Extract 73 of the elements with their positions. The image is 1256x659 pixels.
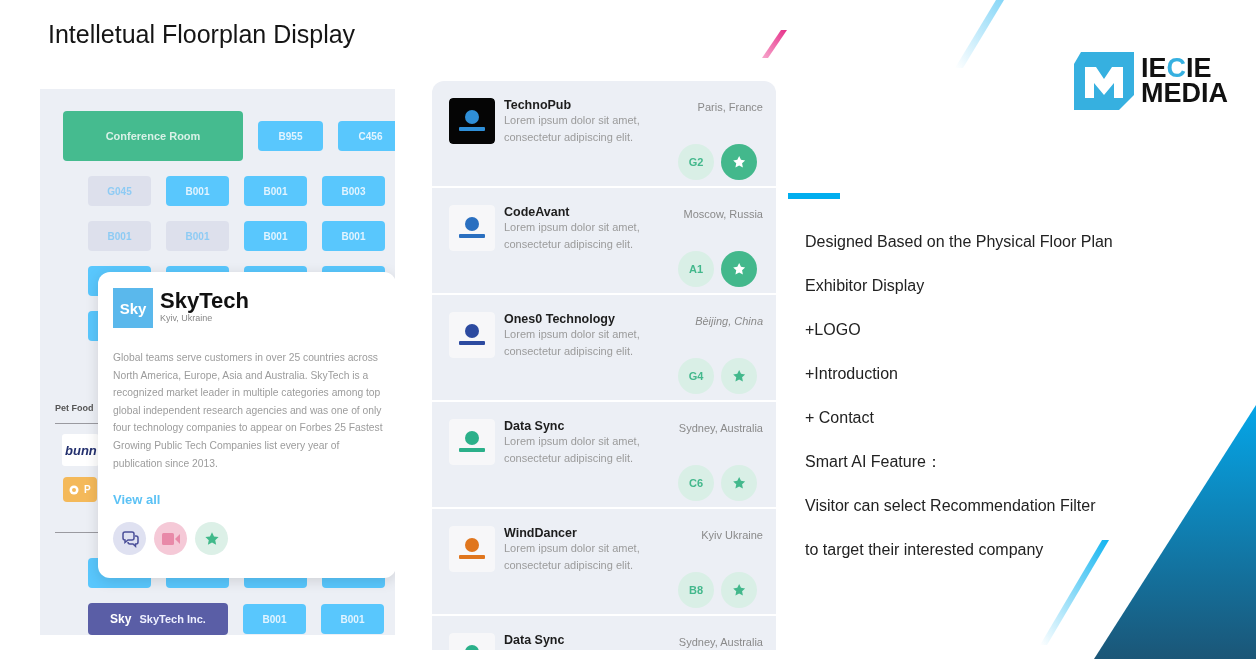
booth[interactable]: B955 xyxy=(258,121,323,151)
company-name: CodeAvant xyxy=(504,205,571,219)
category-title: Pet Food xyxy=(55,403,94,413)
video-camera-icon xyxy=(161,532,180,545)
booth[interactable]: B001 xyxy=(244,176,307,206)
chat-button[interactable] xyxy=(113,522,146,556)
company-name: WindDancer xyxy=(504,526,578,540)
company-name: Data Sync xyxy=(504,419,566,433)
company-name: TechnoPub xyxy=(504,98,573,112)
favorite-button[interactable] xyxy=(721,358,757,394)
stripe-decoration xyxy=(762,30,787,58)
feature-line: Smart AI Feature： xyxy=(805,452,943,472)
company-description: Lorem ipsum dolor sit amet, consectetur adipiscing elit. xyxy=(504,327,641,359)
company-description: Lorem ipsum dolor sit amet, consectetur adipiscing elit. xyxy=(504,434,641,466)
feature-line: Exhibitor Display xyxy=(805,276,926,296)
company-location: Bèijing, China xyxy=(695,315,763,329)
company-name: Ones0 Technology xyxy=(504,312,616,326)
company-location: Sydney, Australia xyxy=(678,422,763,436)
booth-badge: B8 xyxy=(678,572,714,608)
company-description: Global teams serve customers in over 25 countries across North America, Europe, Asia and Australia. SkyTech is a recognized market leader in multiple categories among top global independent research agencies and was one of only four technology companies to appear on Forbes 25 Fastest Growing Public Tech Companies list every year of publication since 2013. xyxy=(113,351,383,471)
company-location: Paris, France xyxy=(697,101,763,115)
exhibitor-booth[interactable]: Sky SkyTech Inc. xyxy=(88,603,228,635)
booth-badge: C6 xyxy=(678,465,714,501)
booth-badge: A1 xyxy=(678,251,714,287)
star-icon xyxy=(731,261,747,277)
favorite-button[interactable] xyxy=(195,522,228,556)
favorite-button[interactable] xyxy=(721,572,757,608)
star-icon xyxy=(731,582,747,598)
favorite-button[interactable] xyxy=(721,465,757,501)
booth[interactable]: B003 xyxy=(322,176,385,206)
favorite-button[interactable] xyxy=(721,251,757,287)
slide-title: Intelletual Floorplan Display xyxy=(48,20,356,49)
company-location: Kyiv, Ukraine xyxy=(160,313,214,323)
favorite-button[interactable] xyxy=(721,144,757,180)
logo-icon xyxy=(1074,52,1135,110)
booth[interactable]: B001 xyxy=(88,221,151,251)
chat-icon xyxy=(120,529,139,548)
category-button[interactable]: P xyxy=(63,477,97,502)
booth[interactable]: B001 xyxy=(166,176,229,206)
view-all-link[interactable]: View all xyxy=(113,492,161,508)
company-name: Data Sync xyxy=(504,633,566,647)
company-description: Lorem ipsum dolor sit amet, consectetur adipiscing elit. xyxy=(504,541,641,573)
company-location: Sydney, Australia xyxy=(678,636,763,650)
accent-bar xyxy=(788,193,840,199)
booth[interactable]: C456 xyxy=(338,121,395,151)
logo-text: IECIE MEDIA xyxy=(1141,56,1228,106)
company-location: Kyiv Ukraine xyxy=(701,529,763,543)
feature-line: + Contact xyxy=(805,408,875,428)
booth[interactable]: B001 xyxy=(244,221,307,251)
feature-line: Designed Based on the Physical Floor Plan xyxy=(805,232,1113,252)
booth[interactable]: B001 xyxy=(322,221,385,251)
star-icon xyxy=(731,475,747,491)
company-name: SkyTech xyxy=(160,288,249,313)
company-description: Lorem ipsum dolor sit amet, consectetur adipiscing elit. xyxy=(504,220,641,252)
company-location: Moscow, Russia xyxy=(683,208,763,222)
booth[interactable]: B001 xyxy=(243,604,306,634)
booth[interactable]: B001 xyxy=(166,221,229,251)
star-icon xyxy=(731,368,747,384)
company-logo: Sky xyxy=(113,288,153,328)
feature-line: Visitor can select Recommendation Filter xyxy=(805,496,1097,516)
star-icon xyxy=(731,154,747,170)
company-description: Lorem ipsum dolor sit amet, consectetur adipiscing elit. xyxy=(504,113,641,145)
booth-badge: G2 xyxy=(678,144,714,180)
stripe-decoration xyxy=(955,0,1004,68)
room-block[interactable]: Conference Room xyxy=(63,111,243,161)
booth[interactable]: G045 xyxy=(88,176,151,206)
brand-logo: bunn xyxy=(62,434,99,466)
booth-badge: G4 xyxy=(678,358,714,394)
feature-line: to target their interested company xyxy=(805,540,1045,560)
booth[interactable]: B001 xyxy=(321,604,384,634)
feature-line: +Introduction xyxy=(805,364,899,384)
feature-line: +LOGO xyxy=(805,320,862,340)
video-call-button[interactable] xyxy=(154,522,187,556)
